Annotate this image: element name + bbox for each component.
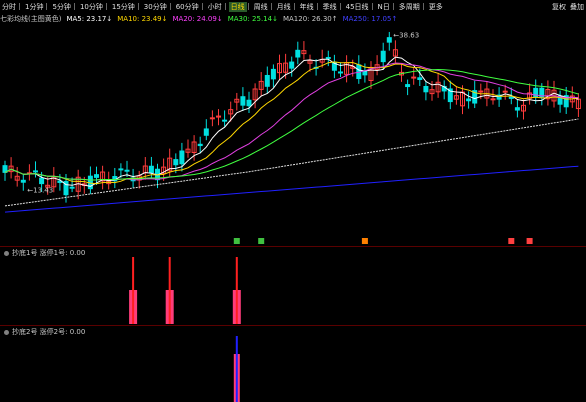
indicator-name[interactable]: 七彩均线(主图黄色) (0, 14, 61, 24)
toolbar-separator (201, 3, 205, 10)
event-marker-icon (526, 238, 533, 244)
candle-body (466, 98, 472, 102)
toolbar-separator (247, 3, 251, 10)
toolbar-separator (392, 3, 396, 10)
toolbar-separator (169, 3, 173, 10)
candle-body (502, 90, 508, 93)
event-marker-icon (361, 238, 368, 244)
toolbar-right-0[interactable]: 复权 (550, 2, 568, 12)
candle-body (124, 169, 130, 172)
toolbar-right: 复权 叠加 (550, 2, 586, 12)
period-tab-9[interactable]: 周线 (252, 2, 270, 12)
candle-body (209, 117, 215, 120)
ma-value-0: MA5: 23.17↓ (66, 14, 113, 23)
ma-value-3: MA30: 25.14↓ (227, 14, 278, 23)
toolbar-separator (293, 3, 297, 10)
ma-legend: 七彩均线(主图黄色) MA5: 23.17↓ MA10: 23.49↓ MA20: 2… (0, 13, 586, 24)
toolbar-separator (270, 3, 274, 10)
period-tab-0[interactable]: 分时 (0, 2, 18, 12)
candle-body (289, 61, 295, 69)
ma-value-2: MA20: 24.09↓ (172, 14, 223, 23)
period-tab-2[interactable]: 5分钟 (50, 2, 72, 12)
period-tab-4[interactable]: 15分钟 (110, 2, 137, 12)
candle-body (264, 74, 270, 87)
ma10-line (4, 61, 579, 185)
ma-value-5: MA250: 17.05↑ (342, 14, 398, 23)
ma120-line (4, 118, 579, 207)
candle-body (222, 119, 228, 122)
high-price-label: ←38.63 (393, 31, 419, 39)
candle-body (173, 159, 179, 166)
candle-body (118, 168, 124, 171)
candlestick-chart[interactable]: ←38.63 ←13.43 (0, 24, 586, 246)
low-price-label: ←13.43 (27, 186, 53, 194)
indicator-pane-2[interactable] (0, 326, 586, 402)
period-tab-11[interactable]: 年线 (298, 2, 316, 12)
toolbar-separator (73, 3, 77, 10)
candle-body (514, 107, 520, 111)
toolbar-separator (316, 3, 320, 10)
ma-value-4: MA120: 26.30↑ (282, 14, 338, 23)
period-tab-3[interactable]: 10分钟 (78, 2, 105, 12)
period-tab-5[interactable]: 30分钟 (142, 2, 169, 12)
toolbar-separator (339, 3, 343, 10)
candle-body (338, 71, 343, 74)
ma30-line (4, 68, 579, 181)
toolbar-separator (46, 3, 49, 10)
period-tab-13[interactable]: 45日线 (344, 2, 371, 12)
candle-body (148, 165, 154, 174)
toolbar-separator (137, 3, 141, 10)
period-tab-7[interactable]: 小时 (206, 2, 224, 12)
period-toolbar: 分时 1分钟 5分钟 10分钟 15分钟 30分钟 60分钟 小时 日线 周线 月线 年线 季线 45日线… (0, 0, 586, 13)
period-tab-12[interactable]: 季线 (321, 2, 339, 12)
ma20-line (4, 62, 579, 181)
event-marker-icon (258, 238, 265, 244)
candle-body (246, 99, 252, 107)
candle-body (20, 179, 26, 183)
toolbar-separator (422, 3, 426, 10)
candle-body (33, 170, 38, 173)
candle-body (490, 98, 496, 101)
candle-body (386, 37, 392, 43)
toolbar-separator (371, 3, 375, 10)
candle-body (478, 90, 484, 93)
candle-body (325, 56, 331, 59)
candle-body (179, 150, 185, 165)
candle-body (39, 177, 45, 185)
period-tab-16[interactable]: 更多 (427, 2, 445, 12)
candle-body (417, 77, 423, 81)
candle-body (197, 143, 203, 147)
period-tab-1[interactable]: 1分钟 (23, 2, 45, 12)
toolbar-separator (105, 3, 109, 10)
period-tab-15[interactable]: 多周期 (397, 2, 422, 12)
period-tab-8[interactable]: 日线 (228, 1, 247, 12)
indicator-pane-1[interactable] (0, 247, 586, 325)
period-tab-10[interactable]: 月线 (275, 2, 293, 12)
candle-body (295, 49, 301, 58)
period-tab-6[interactable]: 60分钟 (174, 2, 201, 12)
candle-body (380, 50, 386, 63)
candle-body (411, 76, 417, 79)
candle-body (423, 86, 429, 93)
candle-body (94, 174, 99, 178)
candle-body (69, 186, 75, 189)
candle-body (203, 128, 209, 136)
event-marker-icon (508, 238, 515, 244)
candle-body (270, 68, 276, 80)
candle-body (240, 96, 246, 106)
toolbar-right-1[interactable]: 叠加 (568, 2, 586, 12)
ma-value-1: MA10: 23.49↓ (117, 14, 168, 23)
toolbar-separator (224, 3, 228, 10)
event-marker-icon (233, 238, 240, 244)
period-tab-14[interactable]: N日 (376, 2, 392, 12)
candle-body (405, 84, 411, 88)
candle-body (508, 96, 514, 99)
candle-body (362, 70, 368, 76)
toolbar-separator (19, 3, 22, 10)
